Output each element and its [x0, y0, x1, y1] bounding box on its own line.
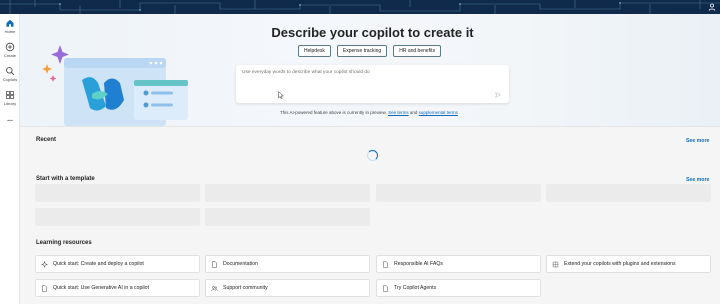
- resource-support-community[interactable]: Support community: [205, 279, 370, 297]
- resource-responsible-ai[interactable]: Responsible AI FAQs: [376, 255, 541, 273]
- copilot-icon: [6, 67, 15, 76]
- template-card-placeholder[interactable]: [205, 184, 370, 202]
- resource-extend-copilots[interactable]: Extend your copilots with plugins and ex…: [546, 255, 711, 273]
- rail-item-library[interactable]: Library: [0, 90, 20, 106]
- rail-label: Copilots: [2, 77, 18, 82]
- sparkle-icon: [49, 75, 57, 82]
- learning-title: Learning resources: [36, 240, 92, 246]
- chip-helpdesk[interactable]: Helpdesk: [298, 45, 331, 57]
- chip-expense-tracking[interactable]: Expense tracking: [336, 45, 388, 57]
- sparkle-icon: [42, 64, 52, 74]
- extension-icon: [552, 261, 559, 267]
- rail-item-create[interactable]: Create: [0, 42, 20, 58]
- resource-documentation[interactable]: Documentation: [205, 255, 370, 273]
- account-icon[interactable]: [708, 3, 716, 11]
- chip-hr-benefits[interactable]: HR and benefits: [393, 45, 442, 57]
- page-title: Describe your copilot to create it: [271, 25, 474, 40]
- rail-item-more[interactable]: ...: [0, 116, 20, 123]
- preview-disclaimer: This AI-powered feature above is current…: [280, 110, 458, 115]
- template-card-placeholder[interactable]: [546, 184, 711, 202]
- templates-title: Start with a template: [36, 176, 95, 182]
- home-icon: [6, 19, 14, 27]
- disclaimer-and: and: [409, 110, 418, 115]
- document-icon: [383, 260, 388, 268]
- prompt-input[interactable]: Use everyday words to describe what your…: [236, 65, 509, 103]
- resource-quick-start-generative-ai[interactable]: Quick start: Use Generative AI in a copi…: [35, 279, 200, 297]
- resource-try-copilot-agents[interactable]: Try Copilot Agents: [376, 279, 541, 297]
- plus-circle-icon: [5, 42, 15, 52]
- templates-see-more-link[interactable]: See more: [686, 177, 709, 183]
- rail-item-copilots[interactable]: Copilots: [0, 66, 20, 82]
- more-icon: ...: [7, 116, 13, 123]
- resource-label: Quick start: Use Generative AI in a copi…: [53, 285, 150, 291]
- document-icon: [42, 284, 47, 292]
- disclaimer-text: This AI-powered feature above is current…: [280, 110, 387, 115]
- sparkle-icon: [41, 260, 48, 268]
- prompt-placeholder: Use everyday words to describe what your…: [242, 70, 370, 75]
- top-banner: [0, 0, 720, 14]
- template-card-placeholder[interactable]: [35, 184, 200, 202]
- document-icon: [383, 284, 388, 292]
- loading-spinner: [367, 150, 378, 161]
- supplemental-terms-link[interactable]: supplemental terms: [419, 110, 458, 115]
- resource-quick-start-create[interactable]: Quick start: Create and deploy a copilot: [35, 255, 200, 273]
- people-icon: [211, 285, 218, 291]
- resource-label: Support community: [223, 285, 268, 291]
- resource-label: Try Copilot Agents: [394, 285, 437, 291]
- template-card-placeholder[interactable]: [205, 208, 370, 226]
- library-icon: [6, 91, 14, 99]
- hero-illustration: [42, 45, 188, 126]
- template-card-placeholder[interactable]: [376, 184, 541, 202]
- rail-label: Home: [4, 29, 16, 34]
- resource-label: Extend your copilots with plugins and ex…: [564, 261, 676, 267]
- resource-label: Documentation: [223, 261, 258, 267]
- cursor-icon: [278, 91, 284, 99]
- template-card-placeholder[interactable]: [35, 208, 200, 226]
- recent-see-more-link[interactable]: See more: [686, 138, 709, 144]
- suggestion-chips: Helpdesk Expense tracking HR and benefit…: [298, 45, 442, 57]
- resource-label: Responsible AI FAQs: [394, 261, 444, 267]
- resource-label: Quick start: Create and deploy a copilot: [53, 261, 144, 267]
- recent-title: Recent: [36, 137, 57, 143]
- rail-label: Create: [3, 53, 16, 58]
- hero-panel: Describe your copilot to create it Helpd…: [20, 14, 720, 126]
- section-divider: [20, 126, 720, 127]
- left-rail: Home Create Copilots Library ...: [0, 14, 20, 304]
- rail-item-home[interactable]: Home: [0, 18, 20, 34]
- rail-label: Library: [3, 101, 17, 106]
- document-icon: [212, 260, 217, 268]
- see-terms-link[interactable]: See terms: [388, 110, 409, 115]
- send-icon[interactable]: [495, 92, 501, 98]
